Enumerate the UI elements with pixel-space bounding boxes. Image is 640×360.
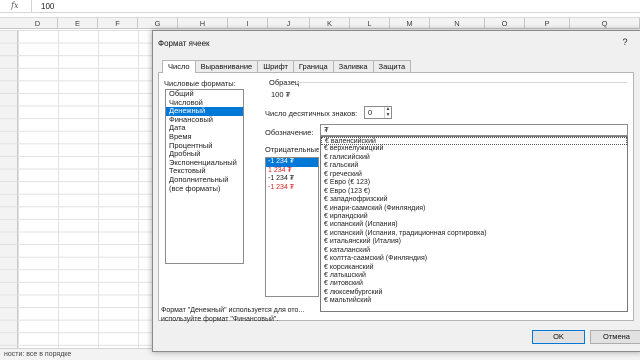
- column-header[interactable]: O: [485, 18, 525, 29]
- symbol-option[interactable]: € испанский (Испания): [321, 221, 627, 229]
- category-item[interactable]: (все форматы): [166, 184, 243, 194]
- column-header[interactable]: D: [18, 18, 58, 29]
- decimals-value[interactable]: 0: [368, 108, 372, 117]
- column-header[interactable]: E: [58, 18, 98, 29]
- spin-arrows-icon[interactable]: ▲ ▼: [384, 106, 391, 118]
- cancel-button[interactable]: Отмена: [590, 330, 640, 344]
- symbol-option[interactable]: € инари-саамский (Финляндия): [321, 205, 627, 213]
- negative-format-item[interactable]: -1 234 ₮: [266, 158, 318, 167]
- symbol-option[interactable]: € Евро (123 €): [321, 188, 627, 196]
- tab-font[interactable]: Шрифт: [257, 60, 294, 72]
- format-description: Формат "Денежный" используется для ото..…: [161, 307, 305, 323]
- symbol-option[interactable]: € гальский: [321, 162, 627, 170]
- column-header[interactable]: Q: [570, 18, 640, 29]
- sample-value: 100 ₮: [271, 90, 291, 99]
- tab-fill[interactable]: Заливка: [332, 60, 374, 72]
- symbol-dropdown-list[interactable]: € валенсийский € верхнелужицкий € галиси…: [320, 136, 628, 312]
- number-tab-panel: Числовые форматы: Общий Числовой Денежны…: [158, 72, 634, 321]
- symbol-label: Обозначение:: [265, 128, 314, 137]
- formula-bar-value[interactable]: 100: [41, 2, 54, 11]
- symbol-option[interactable]: € корсиканский: [321, 264, 627, 272]
- column-header[interactable]: F: [98, 18, 138, 29]
- tab-bar: Число Выравнивание Шрифт Граница Заливка…: [162, 60, 412, 73]
- symbol-option[interactable]: € западнофризский: [321, 196, 627, 204]
- tab-number[interactable]: Число: [162, 60, 196, 73]
- column-header[interactable]: P: [525, 18, 570, 29]
- negative-numbers-label: Отрицательные: [265, 145, 319, 154]
- column-header[interactable]: N: [430, 18, 485, 29]
- sample-label: Образец: [269, 78, 300, 87]
- category-list[interactable]: Общий Числовой Денежный Финансовый Дата …: [165, 89, 244, 264]
- symbol-select[interactable]: ₮: [320, 124, 628, 136]
- dialog-title: Формат ячеек: [158, 39, 210, 48]
- negative-numbers-list[interactable]: -1 234 ₮ 1 234 ₮ -1 234 ₮ -1 234 ₮: [265, 157, 319, 297]
- column-header[interactable]: H: [178, 18, 228, 29]
- symbol-option[interactable]: € верхнелужицкий: [321, 145, 627, 153]
- categories-label: Числовые форматы:: [164, 79, 236, 88]
- tab-alignment[interactable]: Выравнивание: [194, 60, 259, 72]
- column-header[interactable]: I: [228, 18, 268, 29]
- column-header[interactable]: K: [310, 18, 350, 29]
- symbol-option[interactable]: € греческий: [321, 171, 627, 179]
- symbol-option[interactable]: € литовский: [321, 280, 627, 288]
- format-cells-dialog: Формат ячеек ? Число Выравнивание Шрифт …: [152, 30, 640, 352]
- formula-bar: fx 100: [0, 0, 640, 13]
- column-header[interactable]: L: [350, 18, 390, 29]
- tab-border[interactable]: Граница: [292, 60, 334, 72]
- symbol-option[interactable]: € колтта-саамский (Финляндия): [321, 255, 627, 263]
- column-headers: D E F G H I J K L M N O P Q: [0, 17, 640, 29]
- symbol-option[interactable]: € галисийский: [321, 154, 627, 162]
- symbol-option[interactable]: € итальянский (Италия): [321, 238, 627, 246]
- column-header[interactable]: J: [268, 18, 310, 29]
- formula-bar-divider: [31, 0, 32, 13]
- negative-format-item[interactable]: -1 234 ₮: [266, 184, 318, 193]
- status-text: ности: все в порядке: [4, 351, 72, 358]
- decimals-label: Число десятичных знаков:: [265, 109, 358, 118]
- decimals-stepper[interactable]: 0 ▲ ▼: [364, 106, 392, 119]
- function-icon[interactable]: fx: [11, 1, 18, 10]
- column-header[interactable]: M: [390, 18, 430, 29]
- negative-format-item[interactable]: 1 234 ₮: [266, 167, 318, 176]
- symbol-option[interactable]: € каталанский: [321, 247, 627, 255]
- symbol-option[interactable]: € мальтийский: [321, 297, 627, 305]
- symbol-option[interactable]: € испанский (Испания, традиционная сорти…: [321, 230, 627, 238]
- symbol-option[interactable]: € латышский: [321, 272, 627, 280]
- negative-format-item[interactable]: -1 234 ₮: [266, 175, 318, 184]
- help-button[interactable]: ?: [619, 37, 631, 47]
- column-header[interactable]: G: [138, 18, 178, 29]
- ok-button[interactable]: OK: [532, 330, 585, 344]
- tab-protection[interactable]: Защита: [372, 60, 412, 72]
- symbol-option[interactable]: € Евро (€ 123): [321, 179, 627, 187]
- sample-divider: [297, 82, 627, 83]
